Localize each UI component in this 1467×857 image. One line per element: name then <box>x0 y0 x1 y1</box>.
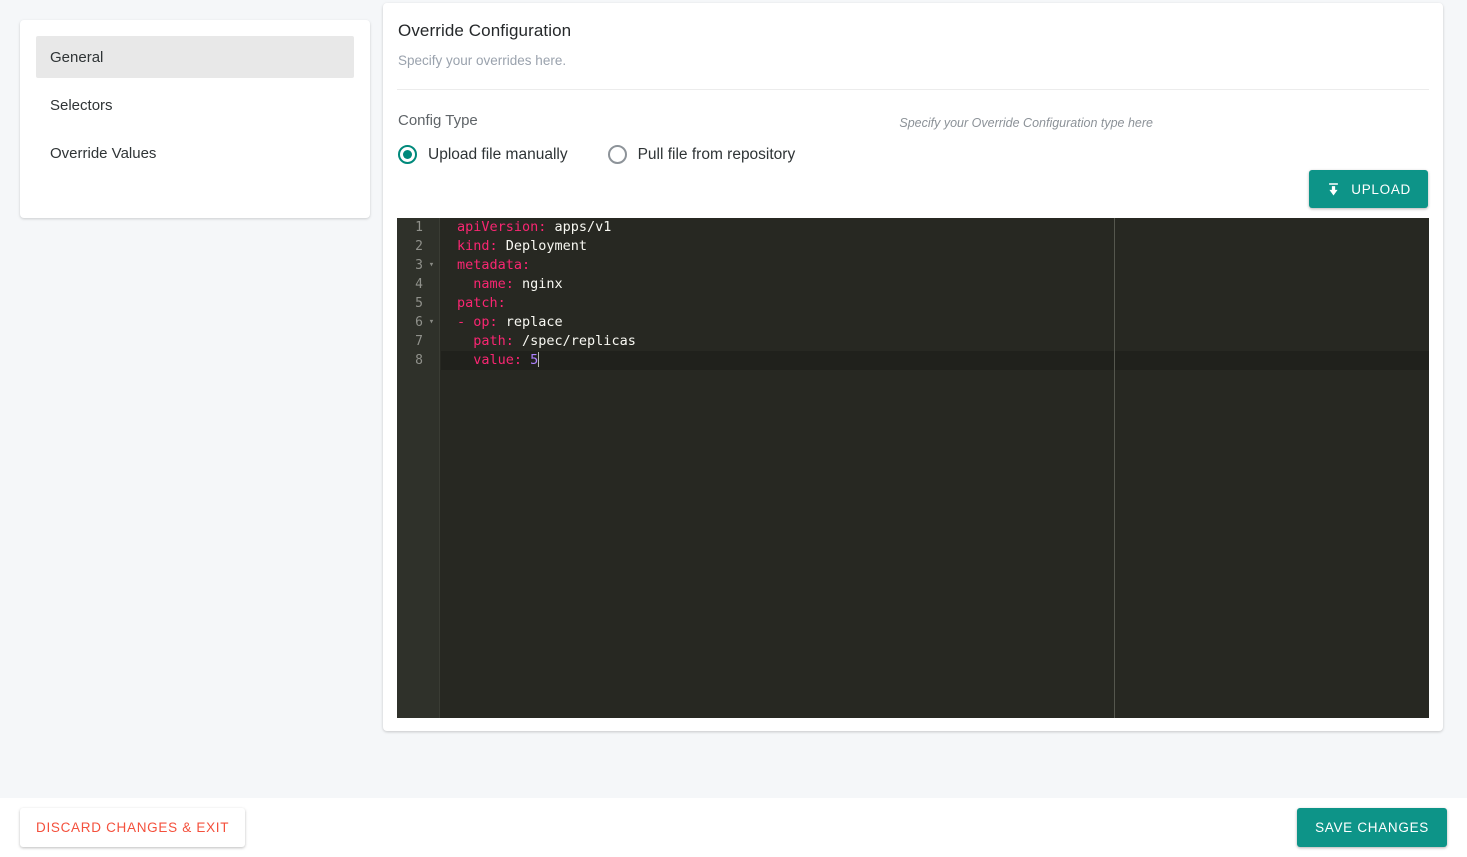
save-changes-button[interactable]: SAVE CHANGES <box>1297 808 1447 847</box>
radio-pull-file-from-repository[interactable]: Pull file from repository <box>607 145 796 164</box>
config-type-section: Config Type Specify your Override Config… <box>397 90 1429 164</box>
radio-label: Upload file manually <box>428 145 568 163</box>
sidebar-nav: General Selectors Override Values <box>36 36 354 180</box>
upload-icon <box>1326 182 1341 197</box>
line-number: 2 <box>415 239 423 254</box>
line-number: 4 <box>415 277 423 292</box>
sidebar-item-label: General <box>50 48 104 66</box>
code-line: name: nginx <box>457 276 563 292</box>
sidebar-item-label: Selectors <box>50 96 113 114</box>
page-subtitle: Specify your overrides here. <box>398 53 567 68</box>
app-root: General Selectors Override Values Overri… <box>0 0 1467 857</box>
line-number: 5 <box>415 296 423 311</box>
code-line: path: /spec/replicas <box>457 333 636 349</box>
editor-code-area[interactable]: apiVersion: apps/v1 kind: Deployment met… <box>441 218 1429 718</box>
fold-toggle-icon[interactable]: ▾ <box>427 313 436 332</box>
radio-dot <box>403 150 412 159</box>
radio-unselected-icon <box>607 145 627 164</box>
line-number: 8 <box>415 353 423 368</box>
sidebar-item-label: Override Values <box>50 144 157 162</box>
fold-toggle-icon[interactable]: ▾ <box>427 256 436 275</box>
text-cursor <box>538 352 540 367</box>
radio-upload-file-manually[interactable]: Upload file manually <box>398 145 568 164</box>
editor-gutter: 1 2 3 ▾ 4 5 6 ▾ 7 8 <box>397 218 440 718</box>
settings-sidebar: General Selectors Override Values <box>20 20 370 218</box>
line-number: 7 <box>415 334 423 349</box>
line-number: 6 ▾ <box>415 313 436 332</box>
line-number: 3 ▾ <box>415 256 436 275</box>
upload-button-label: UPLOAD <box>1351 181 1411 197</box>
upload-button[interactable]: UPLOAD <box>1309 170 1428 208</box>
page-title: Override Configuration <box>398 21 572 40</box>
sidebar-item-override-values[interactable]: Override Values <box>36 132 354 174</box>
code-line: kind: Deployment <box>457 238 588 254</box>
code-line: value: 5 <box>457 352 540 368</box>
config-type-hint: Specify your Override Configuration type… <box>899 116 1153 130</box>
sidebar-item-selectors[interactable]: Selectors <box>36 84 354 126</box>
code-line: metadata: <box>457 257 531 273</box>
sidebar-item-general[interactable]: General <box>36 36 354 78</box>
yaml-code-editor[interactable]: 1 2 3 ▾ 4 5 6 ▾ 7 8 apiVersion: apps/v1 ki… <box>397 218 1429 718</box>
radio-selected-icon <box>398 145 417 164</box>
code-line: patch: <box>457 295 506 311</box>
discard-changes-button[interactable]: DISCARD CHANGES & EXIT <box>20 808 246 847</box>
override-configuration-panel: Override Configuration Specify your over… <box>383 3 1443 731</box>
footer-action-bar: DISCARD CHANGES & EXIT SAVE CHANGES <box>0 798 1467 857</box>
code-line: - op: replace <box>457 314 563 330</box>
line-number: 1 <box>415 220 423 235</box>
config-type-radio-group: Upload file manually Pull file from repo… <box>397 145 1429 164</box>
radio-label: Pull file from repository <box>637 145 796 163</box>
code-line: apiVersion: apps/v1 <box>457 219 612 235</box>
upload-button-row: UPLOAD <box>397 170 1429 208</box>
